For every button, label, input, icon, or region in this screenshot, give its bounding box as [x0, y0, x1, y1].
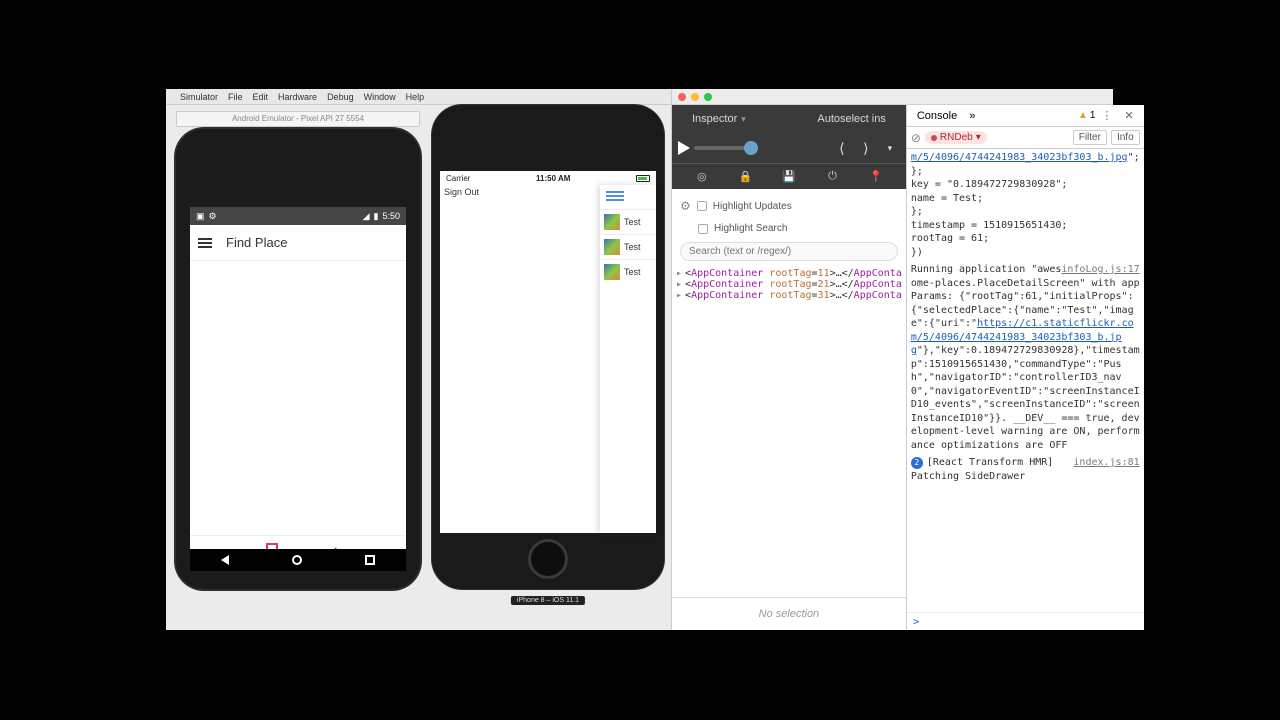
highlight-search-row[interactable]: Highlight Search — [672, 218, 906, 239]
debugger-window: Inspector▾ Autoselect ins ⟨ ⟩ ▾ ◎ 🔒 💾 — [671, 89, 1113, 630]
source-link[interactable]: infoLog.js:17 — [1061, 263, 1139, 277]
component-tree[interactable]: <AppContainer rootTag=11>…</AppConta <Ap… — [672, 264, 906, 305]
tab-console[interactable]: Console — [911, 110, 963, 122]
next-button[interactable]: ⟩ — [856, 138, 876, 158]
app-name[interactable]: Simulator — [180, 92, 218, 102]
minimize-icon[interactable] — [691, 93, 699, 101]
search-row — [672, 239, 906, 264]
save-icon[interactable]: 💾 — [781, 170, 797, 184]
chevron-down-icon[interactable]: ▾ — [880, 138, 900, 158]
tree-node[interactable]: <AppContainer rootTag=21>…</AppConta — [676, 279, 902, 290]
android-navbar — [190, 549, 406, 571]
option-label: Highlight Search — [714, 223, 787, 234]
lock-icon[interactable]: 🔒 — [737, 170, 753, 184]
console-tabs: Console » ▲1 ⋮ ✕ — [907, 105, 1144, 127]
thumbnail-icon — [604, 239, 620, 255]
context-selector[interactable]: RNDeb▾ — [925, 131, 987, 144]
level-button[interactable]: Info — [1111, 130, 1140, 145]
thumbnail-icon — [604, 264, 620, 280]
menu-edit[interactable]: Edit — [253, 92, 269, 102]
close-icon[interactable] — [678, 93, 686, 101]
carrier-label: Carrier — [446, 174, 470, 183]
battery-icon — [636, 175, 650, 182]
battery-icon: ▮ — [374, 211, 379, 222]
list-item-label: Test — [624, 242, 641, 252]
inspector-tabs: Inspector▾ Autoselect ins — [672, 105, 906, 133]
window-titlebar — [672, 89, 1113, 105]
zoom-icon[interactable] — [704, 93, 712, 101]
android-time: 5:50 — [382, 211, 400, 221]
iphone-caption: iPhone 8 – iOS 11.1 — [511, 596, 585, 605]
clear-icon[interactable]: ⊘ — [911, 131, 921, 145]
nav-recents-icon[interactable] — [365, 555, 375, 565]
notif-icon: ▣ — [196, 211, 205, 222]
nav-home-icon[interactable] — [292, 555, 302, 565]
checkbox[interactable] — [698, 224, 708, 234]
playback-controls: ⟨ ⟩ ▾ — [672, 133, 906, 163]
home-button[interactable] — [528, 539, 568, 579]
inspector-pane: Inspector▾ Autoselect ins ⟨ ⟩ ▾ ◎ 🔒 💾 — [672, 105, 907, 630]
android-screen: ▣⚙ ◢▮5:50 Find Place Find Place — [190, 207, 406, 571]
target-icon[interactable]: ◎ — [694, 170, 710, 184]
close-icon[interactable]: ✕ — [1118, 109, 1139, 122]
list-item-label: Test — [624, 217, 641, 227]
filter-button[interactable]: Filter — [1073, 130, 1107, 145]
speed-slider[interactable] — [694, 146, 758, 150]
menu-hardware[interactable]: Hardware — [278, 92, 317, 102]
hamburger-icon[interactable] — [198, 238, 212, 248]
play-icon[interactable] — [678, 141, 690, 155]
tree-node[interactable]: <AppContainer rootTag=31>…</AppConta — [676, 290, 902, 301]
console-url[interactable]: m/5/4096/4744241983_34023bf303_b.jpg — [911, 152, 1128, 163]
console-pane: Console » ▲1 ⋮ ✕ ⊘ RNDeb▾ Filter Info m/… — [907, 105, 1144, 630]
notif-icon: ⚙ — [209, 211, 217, 222]
android-appbar: Find Place — [190, 225, 406, 261]
list-item-label: Test — [624, 267, 641, 277]
console-output[interactable]: m/5/4096/4744241983_34023bf303_b.jpg"; }… — [907, 149, 1144, 612]
inspector-toolbar: ◎ 🔒 💾 ⏻ 📍 — [672, 163, 906, 189]
list-item[interactable]: Test — [600, 234, 656, 259]
list-item[interactable]: Test — [600, 209, 656, 234]
android-emulator: ▣⚙ ◢▮5:50 Find Place Find Place — [176, 129, 420, 589]
tab-autoselect[interactable]: Autoselect ins — [807, 113, 895, 125]
repeat-badge: 2 — [911, 457, 923, 469]
signal-icon: ◢ — [363, 211, 370, 222]
checkbox[interactable] — [697, 201, 707, 211]
hamburger-icon[interactable] — [606, 191, 624, 201]
option-label: Highlight Updates — [713, 201, 792, 212]
thumbnail-icon — [604, 214, 620, 230]
android-statusbar: ▣ ⚙ ◢ ▮5:50 — [190, 207, 406, 225]
list-item[interactable]: Test — [600, 259, 656, 284]
tree-node[interactable]: <AppContainer rootTag=11>…</AppConta — [676, 268, 902, 279]
warning-icon: ▲ — [1078, 110, 1088, 121]
warning-count[interactable]: ▲1 — [1078, 110, 1095, 121]
chevron-down-icon[interactable]: ▾ — [741, 114, 746, 124]
highlight-updates-row[interactable]: ⚙ Highlight Updates — [672, 189, 906, 218]
tabs-overflow[interactable]: » — [963, 110, 981, 122]
gear-icon[interactable]: ⚙ — [680, 199, 691, 213]
android-body[interactable] — [190, 261, 406, 535]
menu-debug[interactable]: Debug — [327, 92, 354, 102]
tab-inspector[interactable]: Inspector▾ — [682, 113, 756, 125]
no-selection-label: No selection — [672, 597, 906, 630]
menu-file[interactable]: File — [228, 92, 243, 102]
search-input[interactable] — [680, 242, 898, 261]
nav-back-icon[interactable] — [221, 555, 229, 565]
pin-icon[interactable]: 📍 — [868, 170, 884, 184]
menu-window[interactable]: Window — [364, 92, 396, 102]
ios-statusbar: Carrier 11:50 AM — [440, 171, 656, 185]
kebab-icon[interactable]: ⋮ — [1095, 109, 1118, 122]
console-prompt[interactable]: > — [907, 612, 1144, 630]
prev-button[interactable]: ⟨ — [832, 138, 852, 158]
source-link[interactable]: index.js:81 — [1073, 456, 1139, 470]
iphone-simulator: Carrier 11:50 AM Sign Out Test Test Test… — [432, 105, 664, 589]
iphone-screen: Carrier 11:50 AM Sign Out Test Test Test — [440, 171, 656, 533]
console-filter-bar: ⊘ RNDeb▾ Filter Info — [907, 127, 1144, 149]
menu-help[interactable]: Help — [406, 92, 425, 102]
side-drawer[interactable]: Test Test Test — [600, 185, 656, 533]
power-icon[interactable]: ⏻ — [824, 170, 840, 184]
ios-time: 11:50 AM — [536, 174, 570, 183]
app-title: Find Place — [226, 235, 287, 250]
desktop-canvas: Simulator File Edit Hardware Debug Windo… — [166, 89, 1113, 630]
android-emulator-title: Android Emulator - Pixel API 27 5554 — [176, 111, 420, 127]
